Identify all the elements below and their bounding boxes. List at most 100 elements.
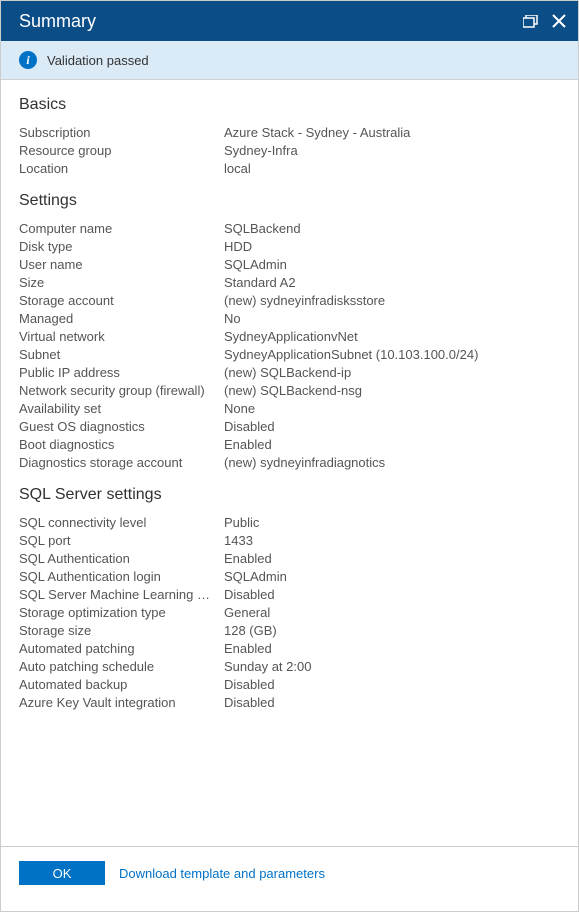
ok-button[interactable]: OK [19,861,105,885]
row-location: Locationlocal [19,160,560,178]
settings-rows: Computer nameSQLBackend Disk typeHDD Use… [19,220,560,472]
row-sql-autopatch: Automated patchingEnabled [19,640,560,658]
value: (new) SQLBackend-ip [224,364,560,382]
label: Public IP address [19,364,224,382]
value: SQLAdmin [224,568,560,586]
window-controls [523,14,566,28]
label: User name [19,256,224,274]
value: SydneyApplicationvNet [224,328,560,346]
value: Azure Stack - Sydney - Australia [224,124,560,142]
restore-icon[interactable] [523,15,538,28]
row-guestdiag: Guest OS diagnosticsDisabled [19,418,560,436]
row-vnet: Virtual networkSydneyApplicationvNet [19,328,560,346]
download-template-link[interactable]: Download template and parameters [119,866,325,881]
title-bar: Summary [1,1,578,41]
value: (new) sydneyinfradiagnotics [224,454,560,472]
label: Automated backup [19,676,224,694]
summary-content: Basics SubscriptionAzure Stack - Sydney … [1,80,578,846]
value: Public [224,514,560,532]
row-user-name: User nameSQLAdmin [19,256,560,274]
info-icon: i [19,51,37,69]
value: 1433 [224,532,560,550]
label: Subnet [19,346,224,364]
value: (new) SQLBackend-nsg [224,382,560,400]
value: SQLBackend [224,220,560,238]
row-managed: ManagedNo [19,310,560,328]
value: Enabled [224,640,560,658]
label: Availability set [19,400,224,418]
value: Sydney-Infra [224,142,560,160]
value: None [224,400,560,418]
row-nsg: Network security group (firewall)(new) S… [19,382,560,400]
validation-banner: i Validation passed [1,41,578,80]
label: Storage optimization type [19,604,224,622]
label: Managed [19,310,224,328]
row-sql-storageopt: Storage optimization typeGeneral [19,604,560,622]
value: 128 (GB) [224,622,560,640]
label: Auto patching schedule [19,658,224,676]
row-subscription: SubscriptionAzure Stack - Sydney - Austr… [19,124,560,142]
label: Resource group [19,142,224,160]
footer: OK Download template and parameters [1,846,578,911]
row-sql-conn: SQL connectivity levelPublic [19,514,560,532]
close-icon[interactable] [552,14,566,28]
row-storage-account: Storage account(new) sydneyinfradiskssto… [19,292,560,310]
value: Enabled [224,436,560,454]
label: Storage size [19,622,224,640]
value: General [224,604,560,622]
value: (new) sydneyinfradisksstore [224,292,560,310]
row-sql-authlogin: SQL Authentication loginSQLAdmin [19,568,560,586]
value: Disabled [224,418,560,436]
label: Automated patching [19,640,224,658]
value: local [224,160,560,178]
label: Diagnostics storage account [19,454,224,472]
row-disk-type: Disk typeHDD [19,238,560,256]
row-sql-port: SQL port1433 [19,532,560,550]
value: SydneyApplicationSubnet (10.103.100.0/24… [224,346,560,364]
label: SQL Server Machine Learning Services [19,586,224,604]
section-title-settings: Settings [19,192,560,210]
label: SQL Authentication login [19,568,224,586]
row-resource-group: Resource groupSydney-Infra [19,142,560,160]
row-sql-auth: SQL AuthenticationEnabled [19,550,560,568]
label: SQL connectivity level [19,514,224,532]
label: SQL port [19,532,224,550]
value: Standard A2 [224,274,560,292]
validation-text: Validation passed [47,53,149,68]
row-bootdiag: Boot diagnosticsEnabled [19,436,560,454]
label: Subscription [19,124,224,142]
value: Disabled [224,694,560,712]
label: Virtual network [19,328,224,346]
row-sql-ml: SQL Server Machine Learning ServicesDisa… [19,586,560,604]
row-sql-autobackup: Automated backupDisabled [19,676,560,694]
row-sql-storagesize: Storage size128 (GB) [19,622,560,640]
label: Storage account [19,292,224,310]
value: HDD [224,238,560,256]
label: Guest OS diagnostics [19,418,224,436]
row-diagstorage: Diagnostics storage account(new) sydneyi… [19,454,560,472]
row-size: SizeStandard A2 [19,274,560,292]
value: No [224,310,560,328]
label: Size [19,274,224,292]
row-avset: Availability setNone [19,400,560,418]
basics-rows: SubscriptionAzure Stack - Sydney - Austr… [19,124,560,178]
value: Disabled [224,586,560,604]
section-title-sql: SQL Server settings [19,486,560,504]
label: Disk type [19,238,224,256]
row-sql-patchsched: Auto patching scheduleSunday at 2:00 [19,658,560,676]
label: Location [19,160,224,178]
blade-title: Summary [19,11,96,32]
label: SQL Authentication [19,550,224,568]
label: Azure Key Vault integration [19,694,224,712]
row-computer-name: Computer nameSQLBackend [19,220,560,238]
label: Computer name [19,220,224,238]
sql-rows: SQL connectivity levelPublic SQL port143… [19,514,560,712]
label: Network security group (firewall) [19,382,224,400]
value: SQLAdmin [224,256,560,274]
row-pip: Public IP address(new) SQLBackend-ip [19,364,560,382]
label: Boot diagnostics [19,436,224,454]
value: Enabled [224,550,560,568]
row-sql-keyvault: Azure Key Vault integrationDisabled [19,694,560,712]
value: Sunday at 2:00 [224,658,560,676]
row-subnet: SubnetSydneyApplicationSubnet (10.103.10… [19,346,560,364]
